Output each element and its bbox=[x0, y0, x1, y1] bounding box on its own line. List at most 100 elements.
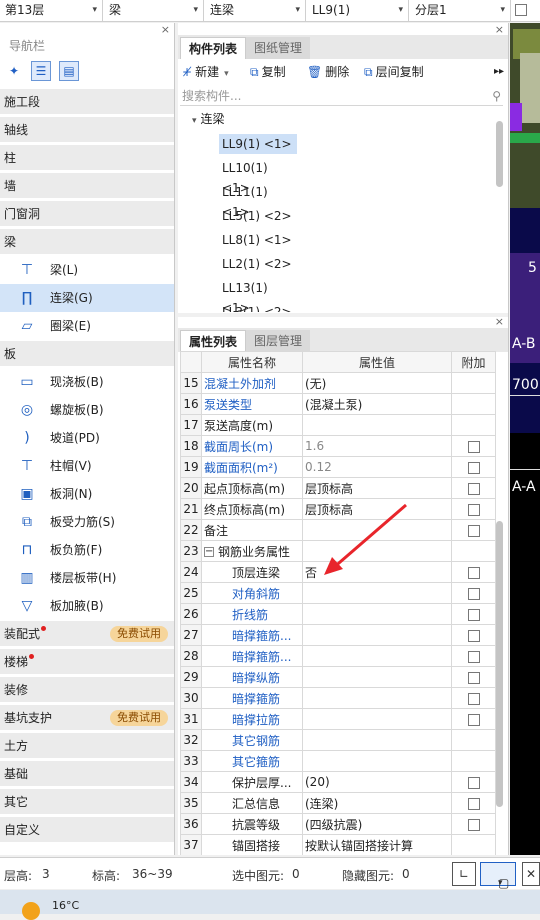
additional-checkbox[interactable] bbox=[467, 671, 480, 684]
property-row[interactable]: 26 折线筋 bbox=[180, 603, 496, 625]
additional-checkbox[interactable] bbox=[467, 482, 480, 495]
component-subtype-select[interactable]: 连梁 ▾ bbox=[205, 0, 306, 21]
nav-item-spiral-slab[interactable]: ◎ 螺旋板(B) bbox=[0, 396, 174, 424]
sparkle-icon[interactable]: ✦ bbox=[4, 61, 24, 81]
nav-category[interactable]: 自定义 bbox=[0, 817, 174, 843]
tree-root-coupling-beam[interactable]: ▾ 连梁 bbox=[192, 111, 225, 129]
property-value-cell[interactable]: (连梁) bbox=[302, 792, 452, 814]
additional-checkbox[interactable] bbox=[467, 650, 480, 663]
property-row[interactable]: 19 截面面积(m²) 0.12 bbox=[180, 456, 496, 478]
nav-item-ring-beam[interactable]: ▱ 圈梁(E) bbox=[0, 312, 174, 340]
property-row[interactable]: 32 其它钢筋 bbox=[180, 729, 496, 751]
tree-item[interactable]: LL13(1) <1> bbox=[219, 278, 297, 315]
delete-button[interactable]: 🗑 删除 bbox=[307, 60, 349, 84]
property-value-cell[interactable]: (四级抗震) bbox=[302, 813, 452, 835]
property-value-cell[interactable] bbox=[302, 729, 452, 751]
tab-property-list[interactable]: 属性列表 bbox=[180, 330, 247, 352]
snap-mode-button[interactable]: ▢ ▾ bbox=[480, 862, 516, 890]
nav-category[interactable]: 基础 bbox=[0, 761, 174, 787]
tab-layer-management[interactable]: 图层管理 bbox=[246, 330, 311, 352]
additional-checkbox[interactable] bbox=[467, 629, 480, 642]
nav-category[interactable]: 柱 bbox=[0, 145, 174, 171]
free-trial-badge[interactable]: 免费试用 bbox=[110, 626, 168, 642]
additional-checkbox[interactable] bbox=[467, 503, 480, 516]
copy-button[interactable]: ⧉ 复制 bbox=[250, 60, 286, 84]
property-row[interactable]: 29 暗撑纵筋 bbox=[180, 666, 496, 688]
nav-item-column-cap[interactable]: ⊤ 柱帽(V) bbox=[0, 452, 174, 480]
property-value-cell[interactable] bbox=[302, 582, 452, 604]
additional-checkbox[interactable] bbox=[467, 776, 480, 789]
property-row[interactable]: 36 抗震等级 (四级抗震) bbox=[180, 813, 496, 835]
nav-item-beam[interactable]: ⊤ 梁(L) bbox=[0, 256, 174, 284]
property-value-cell[interactable]: (混凝土泵) bbox=[302, 393, 452, 415]
tree-item[interactable]: LL8(1) <1> bbox=[219, 230, 297, 250]
nav-item-negative-rebar[interactable]: ⊓ 板负筋(F) bbox=[0, 536, 174, 564]
property-value-cell[interactable] bbox=[302, 603, 452, 625]
property-value-cell[interactable]: (无) bbox=[302, 372, 452, 394]
nav-category[interactable]: 装修 bbox=[0, 677, 174, 703]
property-value-cell[interactable] bbox=[302, 645, 452, 667]
close-icon[interactable]: × bbox=[495, 23, 504, 36]
tree-item[interactable]: LL9(1) <1> bbox=[219, 134, 297, 154]
nav-category-slab[interactable]: 板 bbox=[0, 341, 174, 367]
floor-select[interactable]: 第13层 ▾ bbox=[0, 0, 103, 21]
property-value-cell[interactable] bbox=[302, 708, 452, 730]
free-trial-badge[interactable]: 免费试用 bbox=[110, 710, 168, 726]
component-type-select[interactable]: 梁 ▾ bbox=[104, 0, 204, 21]
property-value-cell[interactable]: 1.6 bbox=[302, 435, 452, 457]
additional-checkbox[interactable] bbox=[467, 440, 480, 453]
nav-category-foundation-pit[interactable]: 基坑支护 免费试用 bbox=[0, 705, 174, 731]
interlayer-copy-button[interactable]: ⧉ 层间复制 bbox=[364, 60, 424, 84]
nav-item-slab-haunch[interactable]: ▽ 板加腋(B) bbox=[0, 592, 174, 620]
additional-checkbox[interactable] bbox=[467, 608, 480, 621]
property-row[interactable]: 34 保护层厚... (20) bbox=[180, 771, 496, 793]
additional-checkbox[interactable] bbox=[467, 587, 480, 600]
nav-category[interactable]: 土方 bbox=[0, 733, 174, 759]
nav-item-slab-strip[interactable]: ▥ 楼层板带(H) bbox=[0, 564, 174, 592]
nav-category[interactable]: 轴线 bbox=[0, 117, 174, 143]
additional-checkbox[interactable] bbox=[467, 818, 480, 831]
property-value-cell[interactable]: 按默认锚固搭接计算 bbox=[302, 834, 452, 855]
property-row[interactable]: 37 锚固搭接 按默认锚固搭接计算 bbox=[180, 834, 496, 855]
property-row[interactable]: 35 汇总信息 (连梁) bbox=[180, 792, 496, 814]
tab-drawing-management[interactable]: 图纸管理 bbox=[246, 37, 311, 59]
property-row[interactable]: 30 暗撑箍筋 bbox=[180, 687, 496, 709]
close-icon[interactable]: × bbox=[495, 315, 504, 328]
collapse-icon[interactable]: − bbox=[204, 547, 214, 557]
property-list-scrollbar[interactable] bbox=[496, 521, 503, 807]
nav-category-beam[interactable]: 梁 bbox=[0, 229, 174, 255]
nav-category[interactable]: 墙 bbox=[0, 173, 174, 199]
component-search-input[interactable]: 搜索构件... ⚲ bbox=[180, 86, 503, 106]
property-value-cell[interactable]: 0.12 bbox=[302, 456, 452, 478]
tab-component-list[interactable]: 构件列表 bbox=[180, 37, 247, 59]
additional-checkbox[interactable] bbox=[467, 797, 480, 810]
top-checkbox[interactable] bbox=[515, 4, 527, 16]
component-list-scrollbar[interactable] bbox=[496, 121, 503, 187]
property-value-cell[interactable] bbox=[302, 624, 452, 646]
property-value-cell[interactable] bbox=[302, 687, 452, 709]
additional-checkbox[interactable] bbox=[467, 461, 480, 474]
tree-item[interactable]: LL3(1) <2> bbox=[219, 302, 297, 312]
nav-item-ramp[interactable]: ) 坡道(PD) bbox=[0, 424, 174, 452]
detail-view-icon[interactable]: ▤ bbox=[59, 61, 79, 81]
property-row[interactable]: 28 暗撑箍筋... bbox=[180, 645, 496, 667]
nav-item-cast-slab[interactable]: ▭ 现浇板(B) bbox=[0, 368, 174, 396]
property-row[interactable]: 25 对角斜筋 bbox=[180, 582, 496, 604]
property-row[interactable]: 17 泵送高度(m) bbox=[180, 414, 496, 436]
nav-category[interactable]: 其它 bbox=[0, 789, 174, 815]
property-value-cell[interactable]: (20) bbox=[302, 771, 452, 793]
property-row[interactable]: 31 暗撑拉筋 bbox=[180, 708, 496, 730]
property-value-cell[interactable] bbox=[302, 414, 452, 436]
additional-checkbox[interactable] bbox=[467, 713, 480, 726]
3d-viewport[interactable]: 5 A-B 700 A-A bbox=[510, 23, 540, 855]
close-icon[interactable]: ✕ bbox=[522, 862, 540, 886]
property-value-cell[interactable] bbox=[302, 750, 452, 772]
layer-select[interactable]: 分层1 ▾ bbox=[410, 0, 511, 21]
more-icon[interactable]: ▸▸ bbox=[494, 60, 504, 84]
property-row[interactable]: 27 暗撑箍筋... bbox=[180, 624, 496, 646]
nav-category-stairs[interactable]: 楼梯 bbox=[0, 649, 174, 675]
nav-item-slab-rebar[interactable]: ⧉ 板受力筋(S) bbox=[0, 508, 174, 536]
property-row[interactable]: 16 泵送类型 (混凝土泵) bbox=[180, 393, 496, 415]
property-value-cell[interactable] bbox=[302, 666, 452, 688]
property-row[interactable]: 18 截面周长(m) 1.6 bbox=[180, 435, 496, 457]
